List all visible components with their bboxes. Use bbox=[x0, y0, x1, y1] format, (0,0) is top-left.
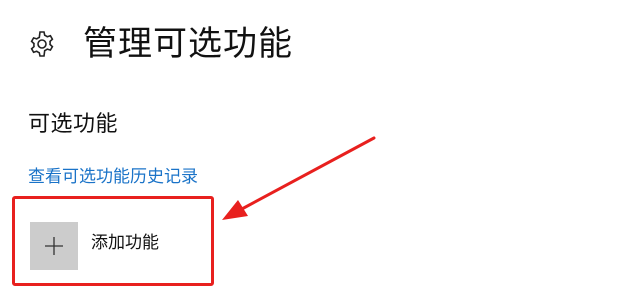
plus-icon bbox=[45, 237, 63, 255]
page-title: 管理可选功能 bbox=[83, 24, 293, 64]
add-feature-label[interactable]: 添加功能 bbox=[91, 228, 159, 253]
section-title: 可选功能 bbox=[28, 112, 119, 137]
gear-icon bbox=[30, 31, 54, 57]
view-history-link[interactable]: 查看可选功能历史记录 bbox=[28, 162, 198, 187]
add-feature-button[interactable] bbox=[30, 222, 78, 270]
page-header: 管理可选功能 bbox=[27, 18, 293, 70]
